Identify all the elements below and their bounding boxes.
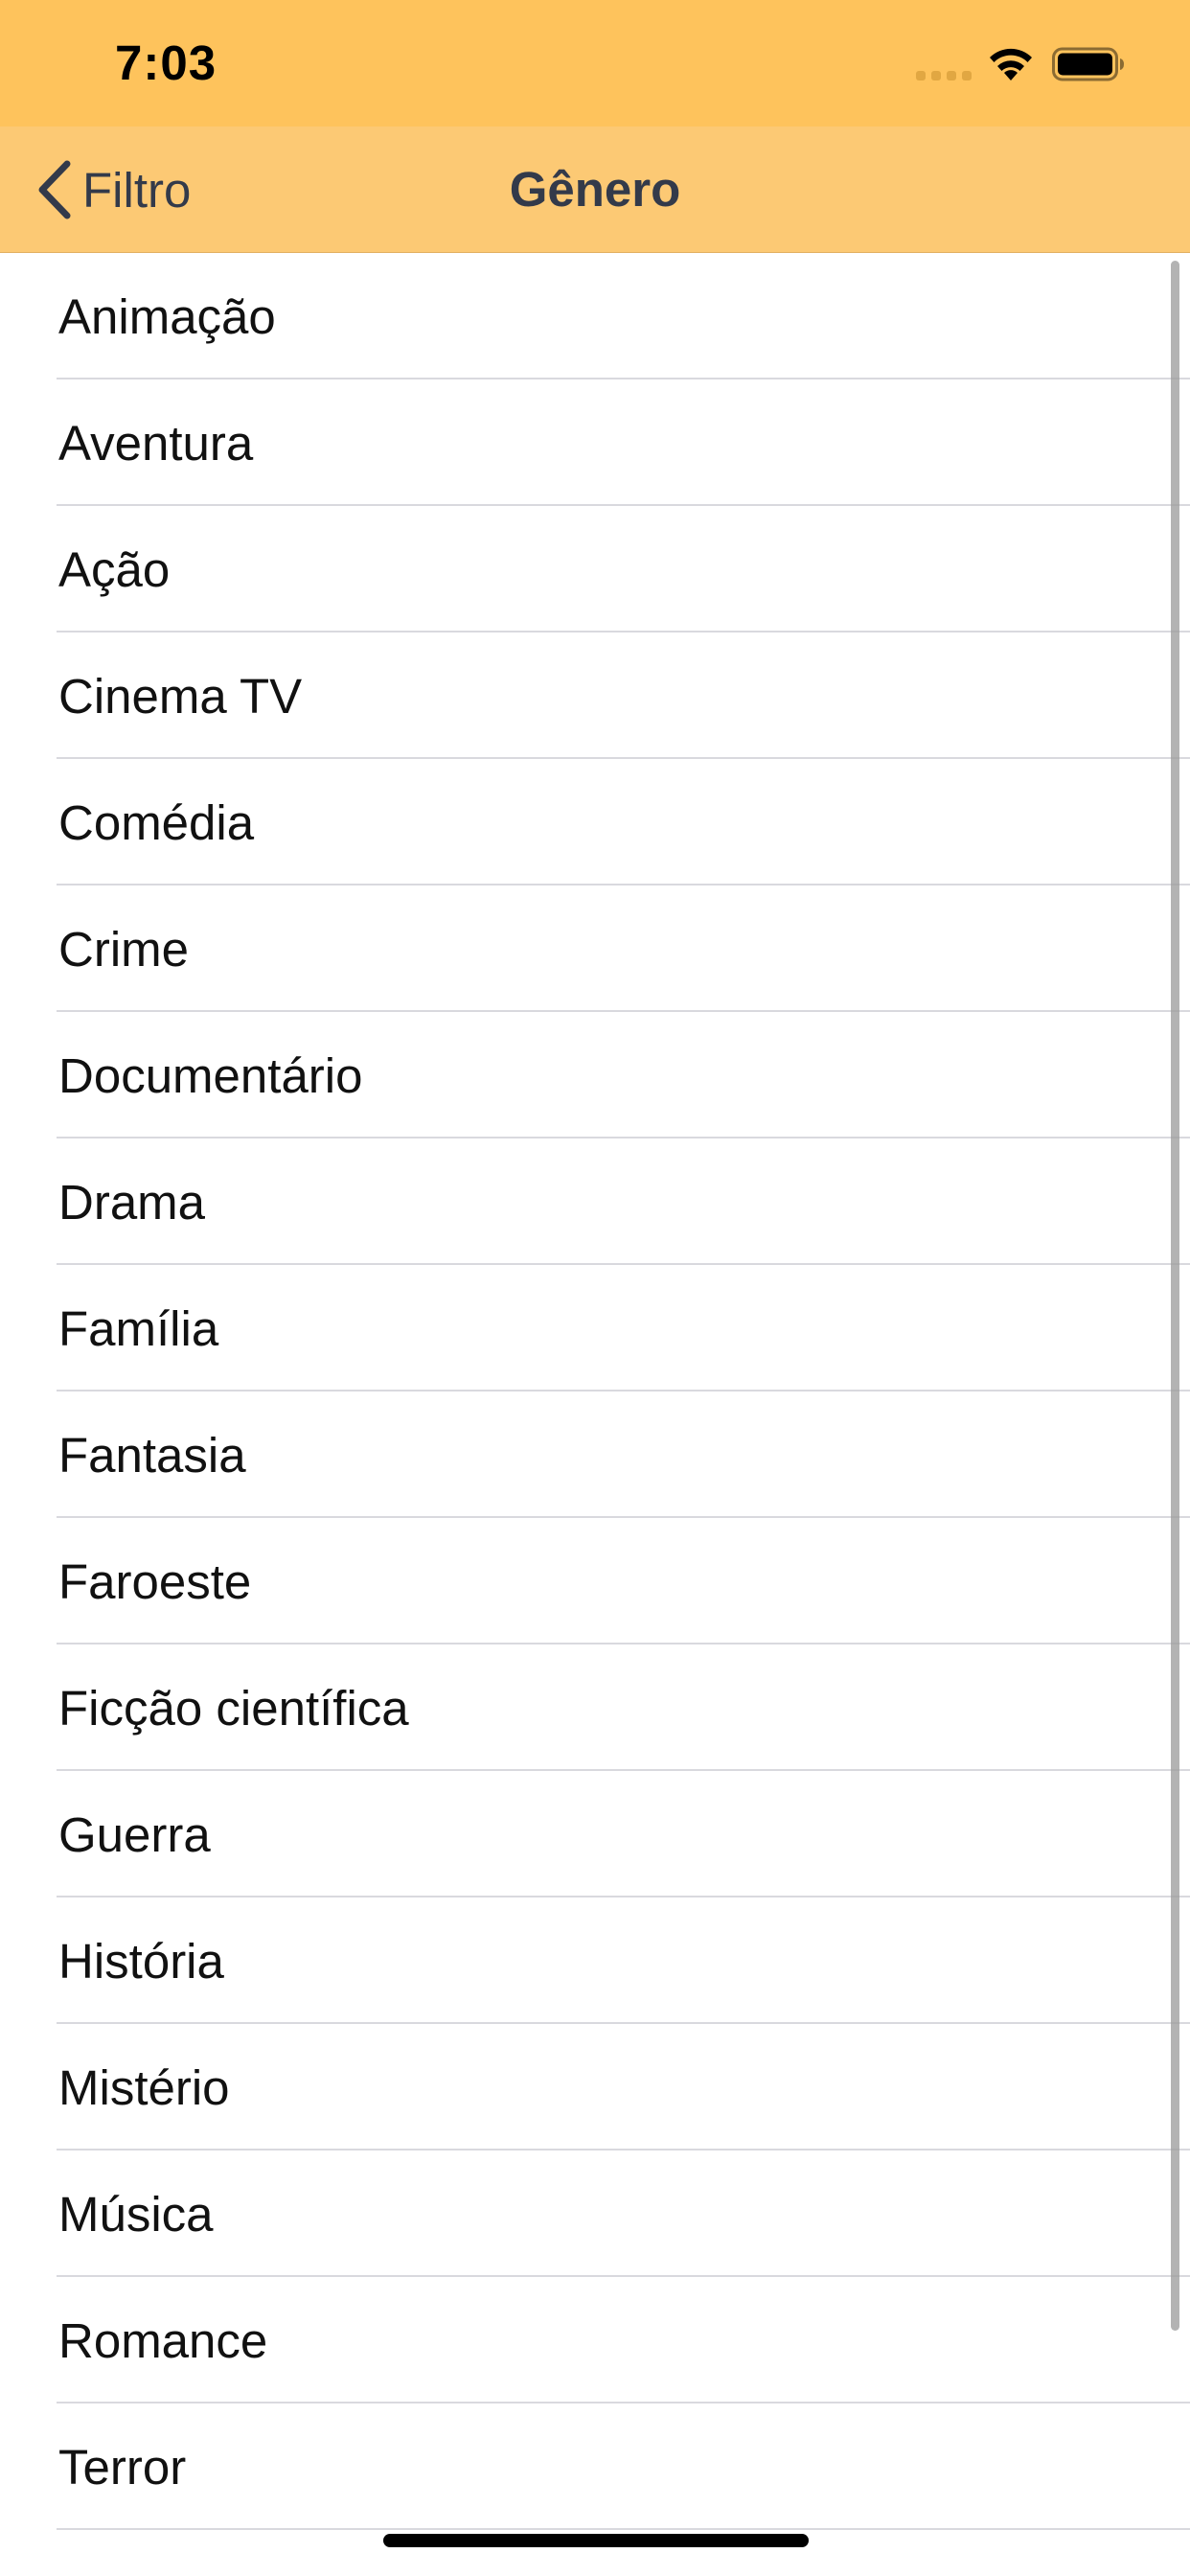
genre-row-cinema-tv[interactable]: Cinema TV <box>0 632 1190 759</box>
genre-label: Ação <box>58 541 171 597</box>
genre-label: Faroeste <box>58 1553 252 1609</box>
genre-label: Mistério <box>58 2059 230 2115</box>
genre-row-acao[interactable]: Ação <box>0 506 1190 632</box>
genre-label: Ficção científica <box>58 1680 409 1736</box>
home-indicator[interactable] <box>383 2534 809 2547</box>
genre-label: História <box>58 1933 224 1989</box>
genre-label: Comédia <box>58 794 255 850</box>
battery-icon <box>1052 47 1124 81</box>
genre-row-documentario[interactable]: Documentário <box>0 1012 1190 1138</box>
genre-row-terror[interactable]: Terror <box>0 2404 1190 2530</box>
signal-icon <box>916 71 972 80</box>
genre-label: Terror <box>58 2439 187 2495</box>
status-time: 7:03 <box>115 35 217 90</box>
scroll-indicator[interactable] <box>1171 261 1179 2331</box>
genre-list[interactable]: Animação Aventura Ação Cinema TV Comédia… <box>0 253 1190 2576</box>
genre-row-musica[interactable]: Música <box>0 2150 1190 2277</box>
genre-row-familia[interactable]: Família <box>0 1265 1190 1392</box>
genre-label: Guerra <box>58 1806 211 1862</box>
genre-label: Família <box>58 1300 219 1356</box>
genre-row-fantasia[interactable]: Fantasia <box>0 1392 1190 1518</box>
genre-label: Fantasia <box>58 1427 246 1483</box>
wifi-icon <box>990 48 1032 80</box>
genre-label: Cinema TV <box>58 668 303 724</box>
status-bar: 7:03 <box>0 0 1190 126</box>
genre-row-crime[interactable]: Crime <box>0 886 1190 1012</box>
genre-row-animacao[interactable]: Animação <box>0 253 1190 380</box>
page-title: Gênero <box>509 162 681 217</box>
genre-label: Drama <box>58 1174 206 1230</box>
navigation-bar: Filtro Gênero <box>0 126 1190 253</box>
genre-row-romance[interactable]: Romance <box>0 2277 1190 2404</box>
genre-row-faroeste[interactable]: Faroeste <box>0 1518 1190 1644</box>
genre-label: Música <box>58 2186 214 2242</box>
genre-label: Romance <box>58 2312 268 2368</box>
genre-row-guerra[interactable]: Guerra <box>0 1771 1190 1898</box>
genre-label: Animação <box>58 288 276 344</box>
genre-label: Aventura <box>58 415 254 471</box>
genre-label: Crime <box>58 921 189 977</box>
genre-row-historia[interactable]: História <box>0 1898 1190 2024</box>
genre-row-misterio[interactable]: Mistério <box>0 2024 1190 2150</box>
genre-row-drama[interactable]: Drama <box>0 1138 1190 1265</box>
genre-label: Documentário <box>58 1047 363 1103</box>
genre-row-comedia[interactable]: Comédia <box>0 759 1190 886</box>
genre-row-ficcao-cientifica[interactable]: Ficção científica <box>0 1644 1190 1771</box>
genre-row-aventura[interactable]: Aventura <box>0 380 1190 506</box>
